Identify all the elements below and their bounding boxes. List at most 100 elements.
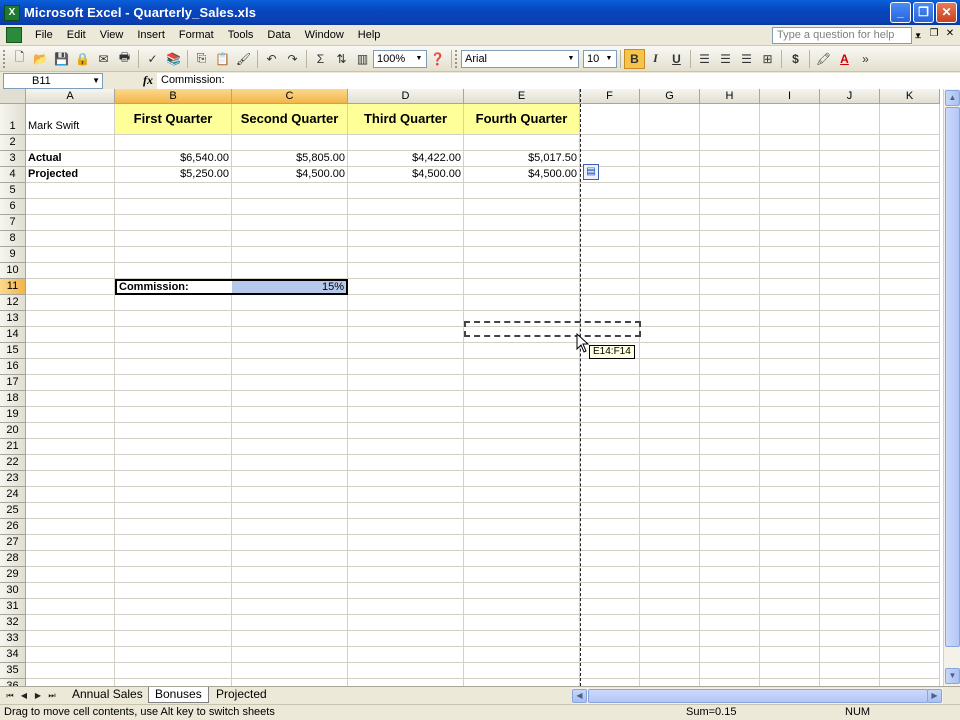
cell-g12[interactable] xyxy=(640,295,700,311)
row-header-14[interactable]: 14 xyxy=(0,327,26,343)
cell-a9[interactable] xyxy=(26,247,115,263)
undo-icon[interactable]: ↶ xyxy=(261,49,282,69)
cell-c25[interactable] xyxy=(232,503,348,519)
cell-g25[interactable] xyxy=(640,503,700,519)
cell-d23[interactable] xyxy=(348,471,464,487)
cell-i6[interactable] xyxy=(760,199,820,215)
row-header-8[interactable]: 8 xyxy=(0,231,26,247)
cell-e9[interactable] xyxy=(464,247,580,263)
cell-b8[interactable] xyxy=(115,231,232,247)
cell-b15[interactable] xyxy=(115,343,232,359)
cell-i36[interactable] xyxy=(760,679,820,686)
cell-i21[interactable] xyxy=(760,439,820,455)
cell-g9[interactable] xyxy=(640,247,700,263)
name-box[interactable]: B11 ▼ xyxy=(3,72,103,89)
font-size-select[interactable]: 10 ▼ xyxy=(583,49,617,68)
copy-icon[interactable]: ⎘ xyxy=(191,49,212,69)
cell-k29[interactable] xyxy=(880,567,940,583)
cell-h11[interactable] xyxy=(700,279,760,295)
cell-f35[interactable] xyxy=(580,663,640,679)
cell-c27[interactable] xyxy=(232,535,348,551)
cell-b4[interactable]: $5,250.00 xyxy=(115,167,232,183)
cell-a20[interactable] xyxy=(26,423,115,439)
formula-input[interactable]: Commission: xyxy=(157,72,960,89)
cell-h31[interactable] xyxy=(700,599,760,615)
cell-k4[interactable] xyxy=(880,167,940,183)
open-icon[interactable]: 📂 xyxy=(30,49,51,69)
cell-k32[interactable] xyxy=(880,615,940,631)
row-header-17[interactable]: 17 xyxy=(0,375,26,391)
cell-f17[interactable] xyxy=(580,375,640,391)
cell-k36[interactable] xyxy=(880,679,940,686)
cell-i8[interactable] xyxy=(760,231,820,247)
cell-e15[interactable] xyxy=(464,343,580,359)
cell-c29[interactable] xyxy=(232,567,348,583)
cell-k34[interactable] xyxy=(880,647,940,663)
last-sheet-icon[interactable]: ⏭ xyxy=(46,689,58,702)
cell-b21[interactable] xyxy=(115,439,232,455)
cell-b32[interactable] xyxy=(115,615,232,631)
menu-data[interactable]: Data xyxy=(260,29,297,41)
new-icon[interactable]: 🗋 xyxy=(9,49,30,69)
cell-f12[interactable] xyxy=(580,295,640,311)
cell-c7[interactable] xyxy=(232,215,348,231)
cell-k18[interactable] xyxy=(880,391,940,407)
cell-g26[interactable] xyxy=(640,519,700,535)
cell-j25[interactable] xyxy=(820,503,880,519)
cell-a36[interactable] xyxy=(26,679,115,686)
cell-d21[interactable] xyxy=(348,439,464,455)
align-left-icon[interactable]: ☰ xyxy=(694,49,715,69)
cell-i20[interactable] xyxy=(760,423,820,439)
cell-i10[interactable] xyxy=(760,263,820,279)
cell-h7[interactable] xyxy=(700,215,760,231)
close-button[interactable]: ✕ xyxy=(936,2,957,23)
cell-i4[interactable] xyxy=(760,167,820,183)
cell-j12[interactable] xyxy=(820,295,880,311)
row-header-10[interactable]: 10 xyxy=(0,263,26,279)
cell-j28[interactable] xyxy=(820,551,880,567)
minimize-button[interactable]: _ xyxy=(890,2,911,23)
cell-h25[interactable] xyxy=(700,503,760,519)
row-header-29[interactable]: 29 xyxy=(0,567,26,583)
cell-a33[interactable] xyxy=(26,631,115,647)
cell-e34[interactable] xyxy=(464,647,580,663)
cell-b7[interactable] xyxy=(115,215,232,231)
cell-j33[interactable] xyxy=(820,631,880,647)
cell-i11[interactable] xyxy=(760,279,820,295)
cell-a35[interactable] xyxy=(26,663,115,679)
cell-e1[interactable]: Fourth Quarter xyxy=(464,104,580,135)
cell-f25[interactable] xyxy=(580,503,640,519)
cell-j10[interactable] xyxy=(820,263,880,279)
cell-d28[interactable] xyxy=(348,551,464,567)
cell-h15[interactable] xyxy=(700,343,760,359)
cell-c10[interactable] xyxy=(232,263,348,279)
cell-c16[interactable] xyxy=(232,359,348,375)
cell-a27[interactable] xyxy=(26,535,115,551)
restore-button[interactable]: ❐ xyxy=(913,2,934,23)
doc-minimize-button[interactable]: _ xyxy=(911,28,925,42)
column-header-b[interactable]: B xyxy=(115,89,232,104)
cell-e5[interactable] xyxy=(464,183,580,199)
cell-a24[interactable] xyxy=(26,487,115,503)
cell-f29[interactable] xyxy=(580,567,640,583)
cell-j8[interactable] xyxy=(820,231,880,247)
cell-h18[interactable] xyxy=(700,391,760,407)
cell-f34[interactable] xyxy=(580,647,640,663)
cell-i33[interactable] xyxy=(760,631,820,647)
cell-i34[interactable] xyxy=(760,647,820,663)
cell-h5[interactable] xyxy=(700,183,760,199)
cell-d19[interactable] xyxy=(348,407,464,423)
cell-a13[interactable] xyxy=(26,311,115,327)
cell-c2[interactable] xyxy=(232,135,348,151)
cell-d3[interactable]: $4,422.00 xyxy=(348,151,464,167)
cell-c26[interactable] xyxy=(232,519,348,535)
cell-j18[interactable] xyxy=(820,391,880,407)
cell-h12[interactable] xyxy=(700,295,760,311)
cell-e6[interactable] xyxy=(464,199,580,215)
menu-tools[interactable]: Tools xyxy=(221,29,261,41)
cell-d36[interactable] xyxy=(348,679,464,686)
cell-b34[interactable] xyxy=(115,647,232,663)
cell-i22[interactable] xyxy=(760,455,820,471)
cell-i13[interactable] xyxy=(760,311,820,327)
cell-c11[interactable]: 15% xyxy=(232,279,348,295)
